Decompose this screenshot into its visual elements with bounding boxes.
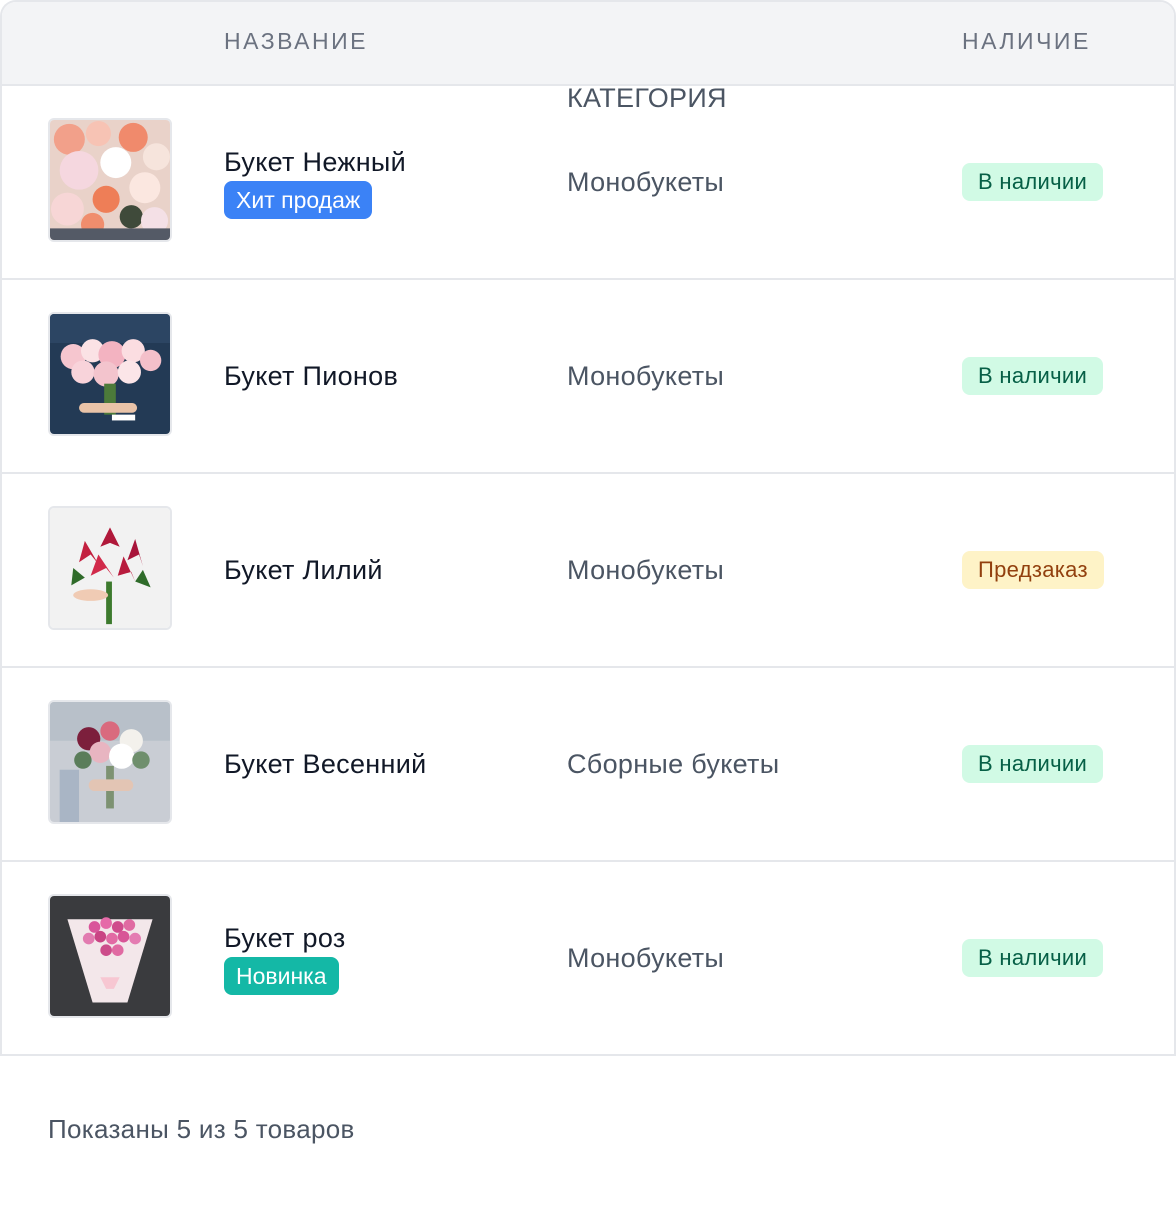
product-name[interactable]: Букет Весенний xyxy=(224,747,426,781)
product-category: Монобукеты xyxy=(567,166,725,197)
new-tag: Новинка xyxy=(224,957,339,995)
availability-badge: В наличии xyxy=(962,163,1104,201)
spring-bouquet-photo-icon xyxy=(50,702,170,822)
product-thumbnail[interactable] xyxy=(48,118,172,242)
availability-badge: В наличии xyxy=(962,939,1104,977)
availability-badge: Предзаказ xyxy=(962,551,1104,589)
product-thumbnail[interactable] xyxy=(48,894,172,1018)
product-category: Монобукеты xyxy=(567,942,725,973)
table-row[interactable]: Букет Нежный Хит продаж Монобукеты В нал… xyxy=(2,86,1174,280)
product-name-cell: Букет Лилий xyxy=(224,474,383,666)
availability-badge: В наличии xyxy=(962,357,1104,395)
product-category: Монобукеты xyxy=(567,554,725,585)
table-row[interactable]: Букет Весенний Сборные букеты В наличии xyxy=(2,668,1174,862)
peony-bouquet-photo-icon xyxy=(50,314,170,434)
product-category: Монобукеты xyxy=(567,360,725,391)
product-name[interactable]: Букет роз xyxy=(224,921,346,955)
table-header: НАЗВАНИЕ КАТЕГОРИЯ НАЛИЧИЕ xyxy=(2,2,1174,113)
product-name[interactable]: Букет Пионов xyxy=(224,359,398,393)
products-table: НАЗВАНИЕ КАТЕГОРИЯ НАЛИЧИЕ Букет Нежный … xyxy=(0,0,1176,1056)
product-name-cell: Букет роз Новинка xyxy=(224,862,346,1054)
product-thumbnail[interactable] xyxy=(48,506,172,630)
product-name-cell: Букет Пионов xyxy=(224,280,398,472)
product-name[interactable]: Букет Лилий xyxy=(224,553,383,587)
table-row[interactable]: Букет Лилий Монобукеты Предзаказ xyxy=(2,474,1174,668)
product-thumbnail[interactable] xyxy=(48,700,172,824)
lily-bouquet-photo-icon xyxy=(50,508,170,628)
rose-bouquet-photo-icon xyxy=(50,896,170,1016)
product-thumbnail[interactable] xyxy=(48,312,172,436)
column-header-name[interactable]: НАЗВАНИЕ xyxy=(224,28,368,55)
table-row[interactable]: Букет Пионов Монобукеты В наличии xyxy=(2,280,1174,474)
product-name-cell: Букет Весенний xyxy=(224,668,426,860)
availability-badge: В наличии xyxy=(962,745,1104,783)
results-summary: Показаны 5 из 5 товаров xyxy=(48,1114,355,1144)
product-category: Сборные букеты xyxy=(567,748,780,779)
column-header-availability[interactable]: НАЛИЧИЕ xyxy=(962,28,1091,55)
peony-rose-bouquet-photo-icon xyxy=(50,120,170,240)
bestseller-tag: Хит продаж xyxy=(224,181,373,219)
product-name-cell: Букет Нежный Хит продаж xyxy=(224,86,406,278)
table-row[interactable]: Букет роз Новинка Монобукеты В наличии xyxy=(2,862,1174,1056)
product-name[interactable]: Букет Нежный xyxy=(224,145,406,179)
